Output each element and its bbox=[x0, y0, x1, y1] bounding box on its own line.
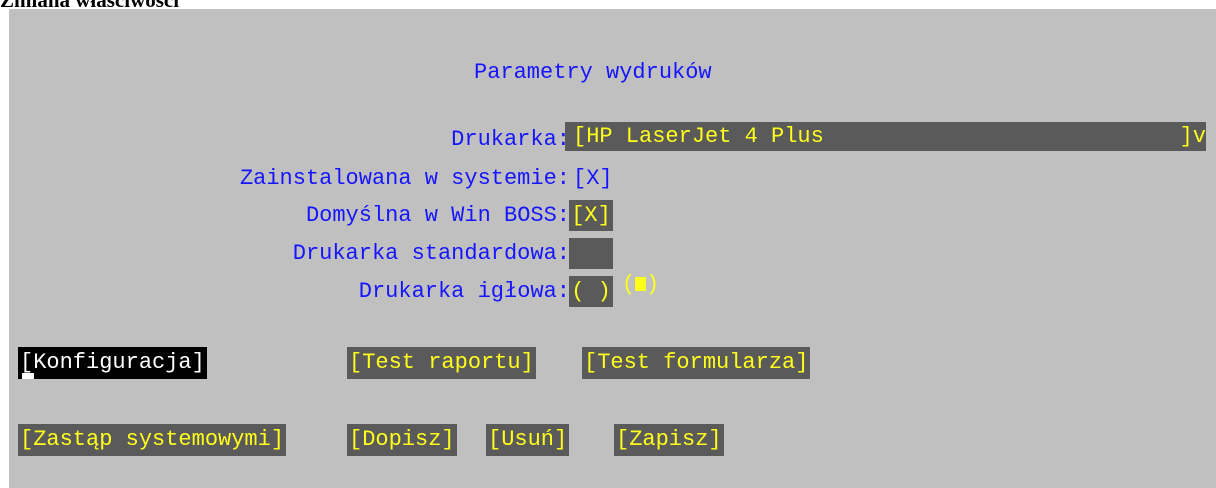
add-button[interactable]: [Dopisz] bbox=[347, 424, 457, 456]
standard-printer-radio[interactable]: () bbox=[569, 238, 659, 297]
needle-printer-radio[interactable]: ( ) bbox=[569, 276, 613, 307]
configuration-button[interactable]: [Konfiguracja] bbox=[18, 347, 207, 379]
radio-close-paren: ) bbox=[646, 272, 660, 297]
radio-selected-indicator bbox=[635, 277, 647, 291]
replace-system-button[interactable]: [Zastąp systemowymi] bbox=[18, 424, 287, 456]
test-report-button[interactable]: [Test raportu] bbox=[347, 347, 536, 379]
chevron-down-icon[interactable]: ]v bbox=[1180, 122, 1206, 151]
text-cursor bbox=[22, 373, 34, 379]
test-form-button[interactable]: [Test formularza] bbox=[582, 347, 811, 379]
printer-label: Drukarka: bbox=[451, 127, 570, 152]
installed-checkbox[interactable]: [X] bbox=[573, 165, 613, 193]
dialog-heading: Parametry wydruków bbox=[474, 60, 712, 85]
default-label: Domyślna w Win BOSS: bbox=[305, 203, 570, 228]
print-settings-dialog: Parametry wydruków Drukarka: [HP LaserJe… bbox=[9, 9, 1216, 488]
radio-open-paren: ( bbox=[621, 272, 636, 297]
needle-printer-label: Drukarka igłowa: bbox=[358, 279, 570, 304]
default-checkbox[interactable]: [X] bbox=[569, 200, 613, 231]
printer-select[interactable]: [HP LaserJet 4 Plus ]v bbox=[565, 122, 1206, 151]
delete-button[interactable]: [Usuń] bbox=[486, 424, 570, 456]
printer-select-value: [HP LaserJet 4 Plus bbox=[573, 124, 824, 149]
save-button[interactable]: [Zapisz] bbox=[614, 424, 724, 456]
standard-printer-label: Drukarka standardowa: bbox=[292, 241, 570, 266]
installed-label: Zainstalowana w systemie: bbox=[239, 166, 570, 191]
